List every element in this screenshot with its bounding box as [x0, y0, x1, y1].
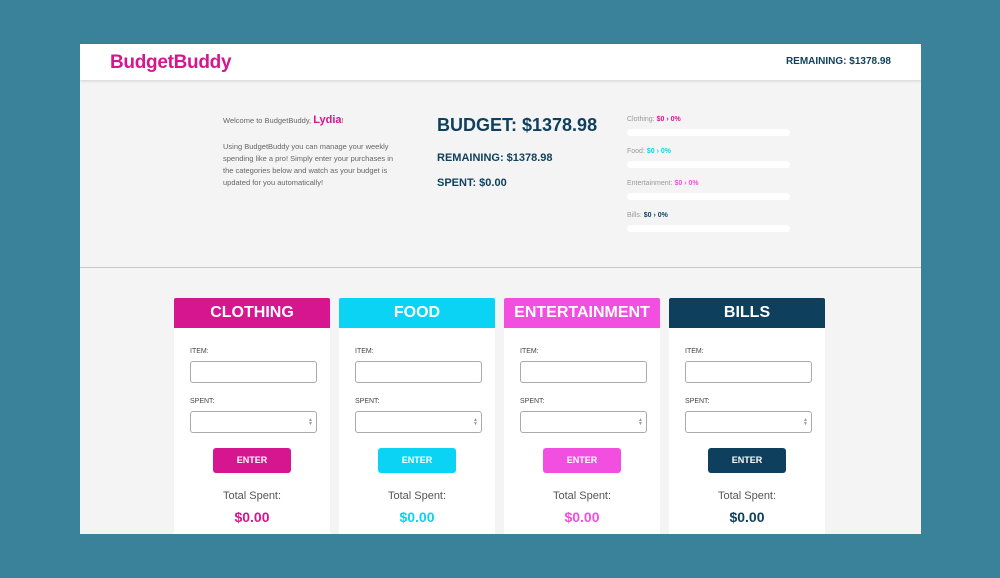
progress-label-value: $0 › 0% — [656, 116, 681, 123]
total-spent-value: $0.00 — [729, 509, 765, 525]
total-spent-value: $0.00 — [399, 509, 435, 525]
spent-label: SPENT: — [520, 398, 545, 405]
progress-track — [627, 161, 790, 168]
enter-button[interactable]: ENTER — [708, 448, 786, 473]
progress-label-value: $0 › 0% — [674, 180, 699, 187]
enter-button[interactable]: ENTER — [543, 448, 621, 473]
header-remaining: REMAINING: $1378.98 — [785, 56, 891, 67]
item-label: ITEM: — [355, 348, 374, 355]
budget-spent: SPENT: $0.00 — [437, 177, 507, 189]
item-input[interactable] — [685, 361, 812, 383]
item-input[interactable] — [190, 361, 317, 383]
progress-label-name: Entertainment: — [627, 180, 673, 187]
card-clothing: CLOTHING ITEM: SPENT: ▲ ▼ ENTER Total Spe… — [174, 298, 330, 534]
progress-label-value: $0 › 0% — [646, 148, 671, 155]
summary-panel: Welcome to BudgetBuddy, Lydia! Using Bud… — [80, 80, 921, 268]
item-label: ITEM: — [685, 348, 704, 355]
total-spent-label: Total Spent: — [717, 490, 777, 502]
progress-label-name: Bills: — [627, 212, 642, 219]
budget-total: BUDGET: $1378.98 — [437, 115, 598, 135]
card-entertainment: ENTERTAINMENT ITEM: SPENT: ▲ ▼ ENTER Tota… — [504, 298, 660, 534]
logo[interactable]: BudgetBuddy — [110, 52, 232, 74]
spent-input[interactable]: ▲ ▼ — [685, 411, 812, 433]
total-spent-label: Total Spent: — [222, 490, 282, 502]
progress-track — [627, 225, 790, 232]
total-spent-label: Total Spent: — [387, 490, 447, 502]
progress-label: Food: $0 › 0% — [627, 148, 792, 155]
progress-label-value: $0 › 0% — [643, 212, 668, 219]
welcome-punct: ! — [341, 116, 344, 125]
progress-label: Bills: $0 › 0% — [627, 212, 792, 219]
item-label: ITEM: — [520, 348, 539, 355]
spinner-icon[interactable]: ▲ ▼ — [308, 418, 313, 427]
budget-summary: BUDGET: $1378.98 REMAINING: $1378.98 SPE… — [437, 115, 597, 189]
total-spent-value: $0.00 — [564, 509, 600, 525]
top-bar: BudgetBuddy REMAINING: $1378.98 — [80, 44, 921, 80]
budget-remaining: REMAINING: $1378.98 — [437, 152, 553, 164]
progress-track — [627, 129, 790, 136]
spent-label: SPENT: — [355, 398, 380, 405]
progress-label-name: Food: — [627, 148, 645, 155]
category-cards: CLOTHING ITEM: SPENT: ▲ ▼ ENTER Total Spe… — [174, 298, 826, 534]
spent-input[interactable]: ▲ ▼ — [190, 411, 317, 433]
welcome-description: Using BudgetBuddy you can manage your we… — [223, 142, 394, 187]
progress-label: Clothing: $0 › 0% — [627, 116, 792, 123]
spinner-icon[interactable]: ▲ ▼ — [803, 418, 808, 427]
category-progress-list: Clothing: $0 › 0% Food: $0 › 0% Entertai… — [627, 116, 792, 244]
spent-input[interactable]: ▲ ▼ — [520, 411, 647, 433]
spent-input[interactable]: ▲ ▼ — [355, 411, 482, 433]
progress-track — [627, 193, 790, 200]
item-input[interactable] — [520, 361, 647, 383]
item-input[interactable] — [355, 361, 482, 383]
welcome-text: Welcome to BudgetBuddy, Lydia! Using Bud… — [223, 114, 403, 189]
item-label: ITEM: — [190, 348, 209, 355]
spinner-icon[interactable]: ▲ ▼ — [638, 418, 643, 427]
card-food: FOOD ITEM: SPENT: ▲ ▼ ENTER Total Spent: … — [339, 298, 495, 534]
progress-bills: Bills: $0 › 0% — [627, 212, 792, 244]
enter-button[interactable]: ENTER — [213, 448, 291, 473]
card-title: CLOTHING — [174, 298, 330, 328]
spinner-icon[interactable]: ▲ ▼ — [473, 418, 478, 427]
card-bills: BILLS ITEM: SPENT: ▲ ▼ ENTER Total Spent:… — [669, 298, 825, 534]
spent-label: SPENT: — [190, 398, 215, 405]
card-title: ENTERTAINMENT — [504, 298, 660, 328]
card-title: FOOD — [339, 298, 495, 328]
card-title: BILLS — [669, 298, 825, 328]
welcome-line: Welcome to BudgetBuddy, Lydia! — [223, 114, 403, 127]
user-name: Lydia — [313, 114, 342, 126]
progress-entertainment: Entertainment: $0 › 0% — [627, 180, 792, 212]
app-window: BudgetBuddy REMAINING: $1378.98 Welcome … — [80, 44, 921, 534]
total-spent-value: $0.00 — [234, 509, 270, 525]
progress-label-name: Clothing: — [627, 116, 655, 123]
spent-label: SPENT: — [685, 398, 710, 405]
enter-button[interactable]: ENTER — [378, 448, 456, 473]
total-spent-label: Total Spent: — [552, 490, 612, 502]
progress-clothing: Clothing: $0 › 0% — [627, 116, 792, 148]
progress-food: Food: $0 › 0% — [627, 148, 792, 180]
progress-label: Entertainment: $0 › 0% — [627, 180, 792, 187]
welcome-greeting: Welcome to BudgetBuddy, — [223, 116, 314, 125]
